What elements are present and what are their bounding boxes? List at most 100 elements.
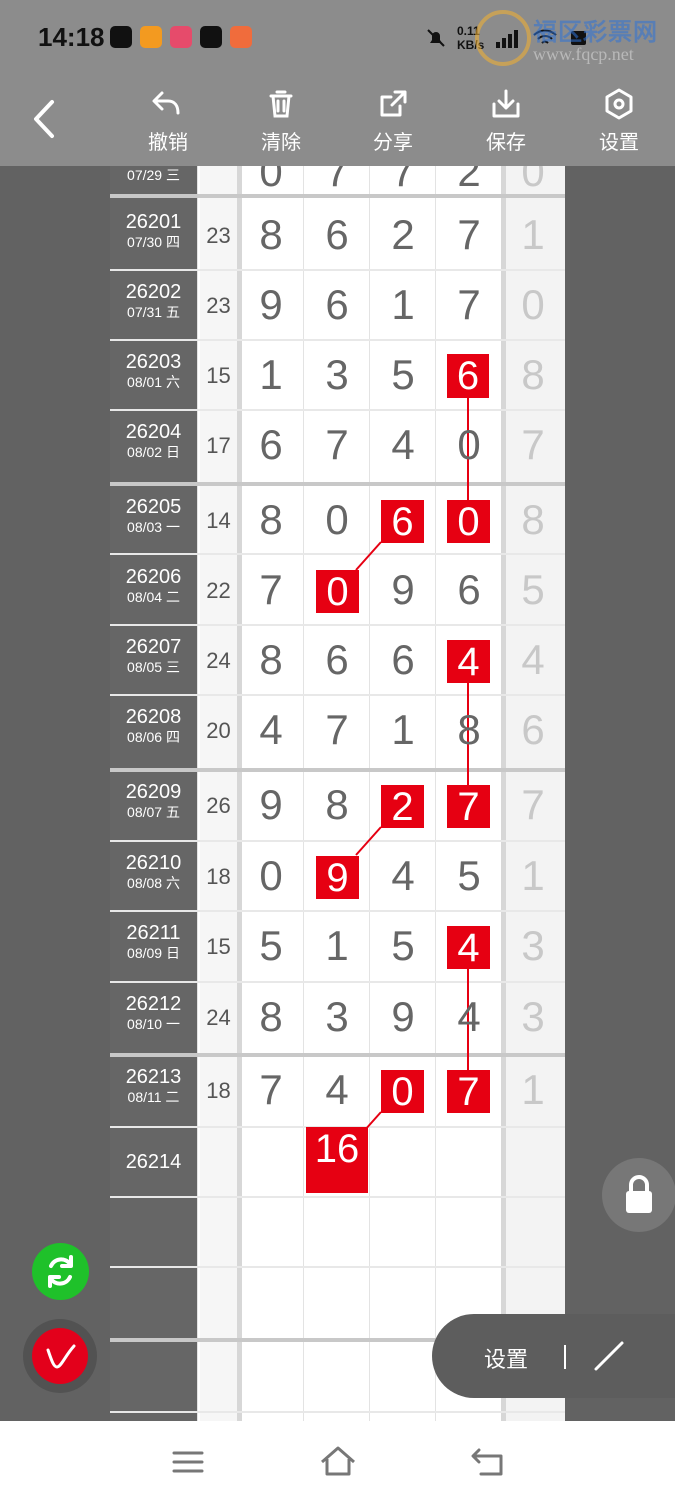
- sum-cell: 15: [206, 363, 231, 388]
- digit-cell: 7: [391, 166, 415, 195]
- app-notification-icon: [170, 26, 192, 48]
- return-icon[interactable]: [471, 1447, 505, 1477]
- issue-label: 26205 08/03 一: [125, 496, 182, 535]
- sum-cell: 14: [206, 508, 231, 533]
- pen-icon: [46, 1344, 76, 1369]
- digit-cell: 8: [457, 706, 481, 753]
- digit-cell: 5: [457, 852, 481, 899]
- refresh-icon: [48, 1255, 73, 1288]
- extra-cell: 4: [521, 636, 545, 683]
- digit-cell: 5: [391, 922, 415, 969]
- digit-cell: 5: [259, 922, 283, 969]
- highlighted-number: 4: [447, 640, 490, 684]
- extra-cell: 0: [521, 281, 545, 328]
- extra-cell: 7: [521, 421, 545, 468]
- digit-cell: 8: [325, 781, 349, 828]
- sum-cell: 24: [206, 648, 231, 673]
- digit-cell: 7: [259, 1066, 283, 1113]
- issue-label: 26204 08/02 日: [125, 421, 182, 460]
- digit-cell: 7: [457, 211, 481, 258]
- issue-label-partial: 07/29 三: [127, 167, 180, 183]
- lock-icon: [626, 1175, 652, 1213]
- digit-cell: 8: [259, 211, 283, 258]
- issue-label: 26213 08/11 二: [125, 1066, 182, 1105]
- highlighted-number: 0: [316, 570, 359, 614]
- issue-label: 26209 08/07 五: [125, 781, 182, 820]
- digit-cell: 0: [325, 496, 349, 543]
- trash-icon: [269, 90, 293, 118]
- settings-button[interactable]: 设置: [583, 86, 655, 162]
- digit-cell: 4: [457, 993, 481, 1040]
- digit-cell: 3: [325, 993, 349, 1040]
- lock-button[interactable]: [602, 1158, 675, 1232]
- watermark-ring-icon: [475, 10, 531, 66]
- digit-cell: 2: [391, 211, 415, 258]
- sum-cell: 22: [206, 578, 231, 603]
- issue-label: 26208 08/06 四: [125, 706, 182, 745]
- digit-cell: 4: [391, 852, 415, 899]
- digit-cell: 6: [259, 421, 283, 468]
- digit-cell: 9: [259, 781, 283, 828]
- share-button[interactable]: 分享: [357, 86, 429, 162]
- issue-label: 26211 08/09 日: [126, 922, 181, 961]
- sum-cell: 18: [206, 1078, 231, 1103]
- digit-cell: 5: [391, 351, 415, 398]
- digit-cell: 3: [325, 351, 349, 398]
- sum-cell: 23: [206, 293, 231, 318]
- digit-cell: 6: [325, 281, 349, 328]
- sum-cell: 26: [206, 793, 231, 818]
- trend-chart: 07/29 三 0 7 7 2 0 26201 07/30 四 23 8 6 2 …: [110, 166, 565, 1421]
- sum-cell: 18: [206, 864, 231, 889]
- download-icon: [492, 89, 520, 118]
- highlighted-number: 0: [447, 500, 490, 544]
- digit-cell: 8: [259, 496, 283, 543]
- drawing-settings-button[interactable]: 设置: [484, 1342, 528, 1374]
- highlighted-number: 7: [447, 785, 490, 829]
- extra-cell: 5: [521, 566, 545, 613]
- digit-cell: 0: [259, 852, 283, 899]
- clear-button[interactable]: 清除: [245, 86, 317, 162]
- pen-button[interactable]: [23, 1319, 97, 1393]
- digit-cell: 0: [259, 166, 283, 195]
- extra-cell: 3: [521, 922, 545, 969]
- predicted-number: 16: [306, 1127, 368, 1193]
- digit-cell: 7: [325, 706, 349, 753]
- issue-label: 26201 07/30 四: [125, 211, 182, 250]
- share-icon: [380, 90, 407, 117]
- save-button[interactable]: 保存: [470, 86, 542, 162]
- digit-cell: 0: [457, 421, 481, 468]
- video-app-notification-icon: [140, 26, 162, 48]
- highlighted-number: 9: [316, 856, 359, 900]
- digit-cell: 8: [259, 636, 283, 683]
- extra-cell: 1: [521, 852, 545, 899]
- digit-cell: 6: [391, 636, 415, 683]
- undo-icon: [152, 91, 180, 115]
- status-time: 14:18: [38, 22, 105, 52]
- tiktok-notification-icon: [200, 26, 222, 48]
- sum-cell: 24: [206, 1005, 231, 1030]
- slash-icon[interactable]: [592, 1339, 626, 1373]
- settings-gear-icon: [605, 88, 633, 120]
- home-icon[interactable]: [320, 1445, 356, 1477]
- sum-cell: 23: [206, 223, 231, 248]
- back-arrow-icon[interactable]: [28, 98, 64, 140]
- digit-cell: 7: [325, 166, 349, 195]
- menu-icon[interactable]: [172, 1449, 204, 1475]
- digit-cell: 9: [391, 993, 415, 1040]
- issue-label: 26207 08/05 三: [125, 636, 182, 675]
- sum-cell: 15: [206, 934, 231, 959]
- digit-cell: 7: [325, 421, 349, 468]
- digit-cell: 6: [457, 566, 481, 613]
- extra-cell: 8: [521, 351, 545, 398]
- issue-label: 26203 08/01 六: [125, 351, 182, 390]
- sum-cell: 20: [206, 718, 231, 743]
- undo-button[interactable]: 撤销: [132, 86, 204, 162]
- extra-cell: 0: [521, 166, 545, 195]
- refresh-button[interactable]: [32, 1243, 89, 1300]
- digit-cell: 1: [391, 706, 415, 753]
- issue-label: 26212 08/10 一: [125, 993, 182, 1032]
- digit-cell: 9: [391, 566, 415, 613]
- issue-label: 26210 08/08 六: [125, 852, 182, 891]
- digit-cell: 1: [259, 351, 283, 398]
- toolbar: 撤销 清除 分享 保存 设置: [0, 78, 675, 166]
